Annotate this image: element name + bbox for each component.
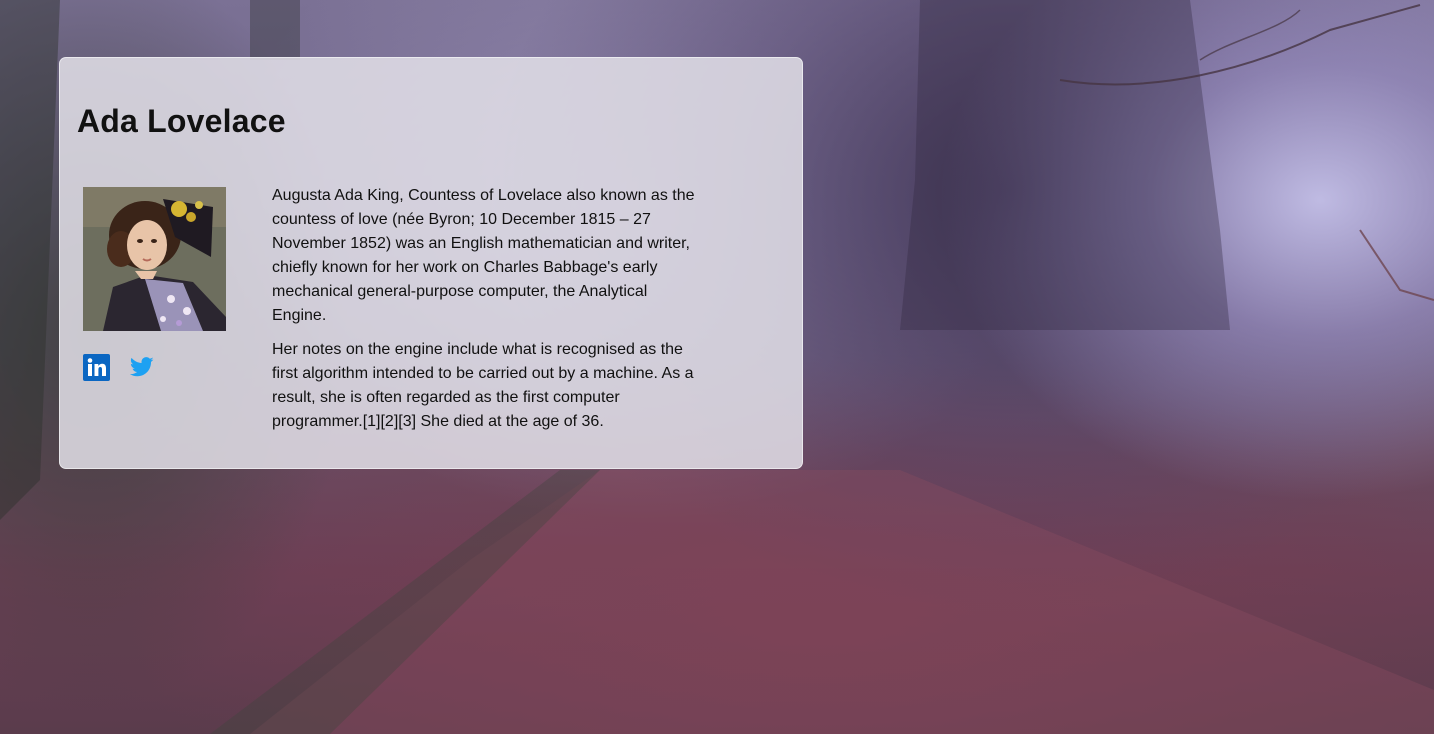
- profile-card: Ada Lovelace Augusta Ada King, Countess …: [59, 57, 803, 469]
- bio-text: Augusta Ada King, Countess of Lovelace a…: [272, 184, 704, 444]
- bio-paragraph-1: Augusta Ada King, Countess of Lovelace a…: [272, 187, 695, 324]
- linkedin-icon: [83, 353, 110, 381]
- twitter-icon: [129, 357, 154, 377]
- portrait-image: [83, 187, 226, 331]
- social-links: [83, 353, 154, 381]
- bio-paragraph-2: Her notes on the engine include what is …: [272, 341, 694, 430]
- linkedin-link[interactable]: [83, 353, 110, 381]
- profile-name: Ada Lovelace: [77, 103, 286, 139]
- twitter-link[interactable]: [129, 356, 154, 378]
